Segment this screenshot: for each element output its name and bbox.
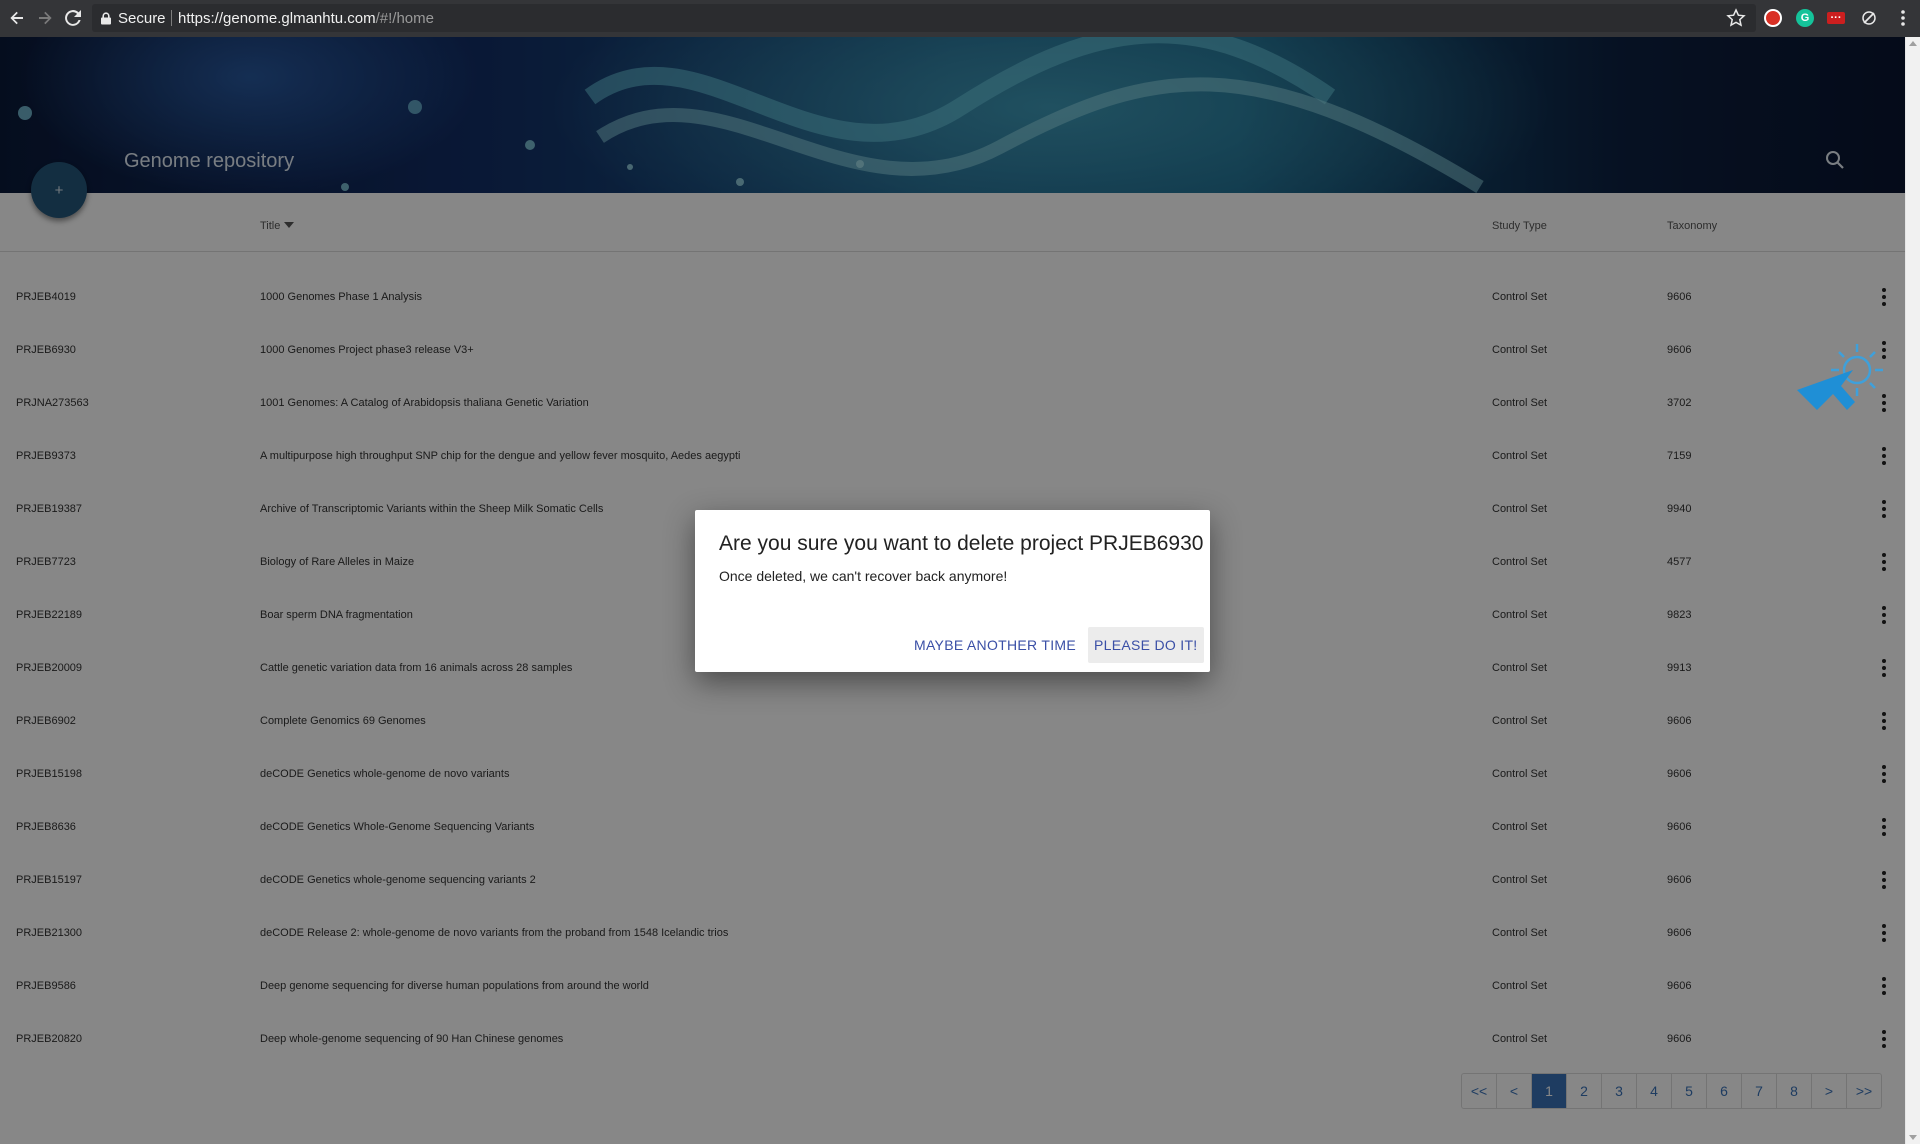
dialog-message: Once deleted, we can't recover back anym… — [719, 568, 1008, 584]
address-bar[interactable]: Secure https://genome.glmanhtu.com/#!/ho… — [92, 4, 1756, 32]
browser-menu-icon[interactable] — [1892, 7, 1914, 29]
back-arrow-icon[interactable] — [6, 7, 28, 29]
adblock-extension-icon[interactable] — [1764, 9, 1782, 27]
secure-label: Secure — [118, 10, 166, 27]
reload-icon[interactable] — [62, 7, 84, 29]
url-text: https://genome.glmanhtu.com/#!/home — [178, 10, 434, 27]
screenshot-extension-icon[interactable] — [1860, 9, 1878, 27]
address-separator — [171, 10, 172, 26]
lock-icon — [101, 12, 111, 25]
cancel-button[interactable]: MAYBE ANOTHER TIME — [908, 627, 1082, 663]
grammarly-extension-icon[interactable]: G — [1796, 9, 1814, 27]
browser-toolbar: Secure https://genome.glmanhtu.com/#!/ho… — [0, 0, 1920, 37]
scroll-up-arrow-icon[interactable] — [1909, 41, 1917, 46]
bookmark-star-icon[interactable] — [1726, 8, 1746, 28]
page-content: Genome repository + Title Study Type Tax… — [0, 37, 1905, 1144]
confirm-delete-button[interactable]: PLEASE DO IT! — [1088, 627, 1204, 663]
forward-arrow-icon[interactable] — [34, 7, 56, 29]
dialog-title: Are you sure you want to delete project … — [719, 532, 1204, 555]
lastpass-extension-icon[interactable]: ··· — [1827, 12, 1845, 24]
pointer-cursor-icon — [1797, 344, 1883, 410]
scroll-down-arrow-icon[interactable] — [1909, 1135, 1917, 1140]
scrollbar[interactable] — [1905, 37, 1920, 1144]
delete-confirm-dialog: Are you sure you want to delete project … — [695, 510, 1210, 672]
